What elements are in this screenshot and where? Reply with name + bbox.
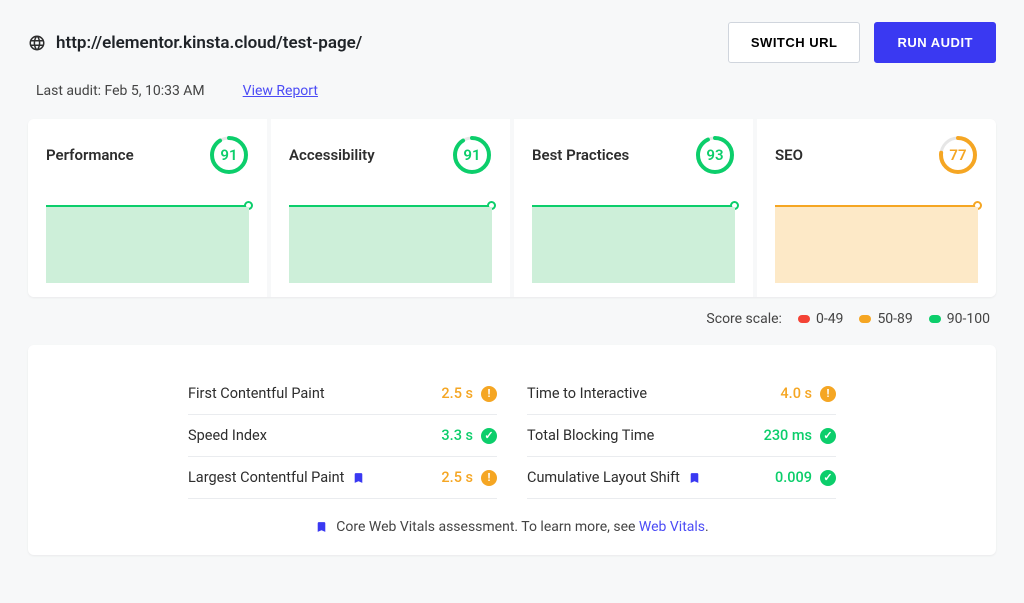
last-audit-label: Last audit: Feb 5, 10:33 AM (36, 83, 205, 99)
score-scale-label: Score scale: (706, 311, 782, 327)
score-value: 91 (209, 135, 249, 175)
run-audit-button[interactable]: RUN AUDIT (874, 22, 996, 63)
metric-value: 2.5 s (441, 469, 473, 486)
metric-value: 2.5 s (441, 385, 473, 402)
metric-label: Largest Contentful Paint (188, 469, 344, 486)
trend-band (532, 205, 735, 283)
metric-value: 0.009 (775, 469, 812, 486)
check-icon: ✓ (820, 470, 836, 486)
bookmark-icon (352, 470, 365, 486)
bookmark-icon (688, 470, 701, 486)
metric-value: 3.3 s (441, 427, 473, 444)
metric-value: 230 ms (764, 427, 812, 444)
card-title: Performance (46, 146, 134, 164)
score-ring: 91 (452, 135, 492, 175)
metric-row: Total Blocking Time 230 ms ✓ (527, 415, 836, 457)
warn-icon: ! (820, 386, 836, 402)
switch-url-button[interactable]: SWITCH URL (728, 22, 861, 63)
metric-label: Total Blocking Time (527, 427, 654, 444)
warn-icon: ! (481, 386, 497, 402)
trend-band (775, 205, 978, 283)
score-card-performance[interactable]: Performance 91 (28, 119, 267, 297)
metric-label: Time to Interactive (527, 385, 647, 402)
score-value: 77 (938, 135, 978, 175)
card-title: Accessibility (289, 146, 375, 164)
card-title: Best Practices (532, 146, 629, 164)
card-title: SEO (775, 146, 803, 164)
metric-label: First Contentful Paint (188, 385, 325, 402)
check-icon: ✓ (481, 428, 497, 444)
metrics-panel: First Contentful Paint 2.5 s ! Speed Ind… (28, 345, 996, 555)
trend-band (46, 205, 249, 283)
score-scale-green: 90-100 (929, 311, 990, 327)
score-cards: Performance 91 Accessibility 91 (28, 119, 996, 297)
metric-row: Speed Index 3.3 s ✓ (188, 415, 497, 457)
score-ring: 77 (938, 135, 978, 175)
metric-label: Speed Index (188, 427, 267, 444)
score-scale-orange: 50-89 (859, 311, 912, 327)
score-value: 91 (452, 135, 492, 175)
view-report-link[interactable]: View Report (243, 83, 318, 99)
metric-value: 4.0 s (780, 385, 812, 402)
score-ring: 91 (209, 135, 249, 175)
score-value: 93 (695, 135, 735, 175)
metric-row: Largest Contentful Paint 2.5 s ! (188, 457, 497, 499)
core-web-vitals-note: Core Web Vitals assessment. To learn mor… (188, 499, 836, 535)
score-scale-red: 0-49 (798, 311, 843, 327)
score-card-accessibility[interactable]: Accessibility 91 (271, 119, 510, 297)
audit-url: http://elementor.kinsta.cloud/test-page/ (56, 33, 362, 53)
metric-row: First Contentful Paint 2.5 s ! (188, 373, 497, 415)
globe-icon (28, 34, 46, 52)
score-card-seo[interactable]: SEO 77 (757, 119, 996, 297)
score-ring: 93 (695, 135, 735, 175)
check-icon: ✓ (820, 428, 836, 444)
trend-band (289, 205, 492, 283)
bookmark-icon (315, 519, 328, 535)
score-card-best-practices[interactable]: Best Practices 93 (514, 119, 753, 297)
metric-row: Cumulative Layout Shift 0.009 ✓ (527, 457, 836, 499)
web-vitals-link[interactable]: Web Vitals (639, 519, 705, 535)
warn-icon: ! (481, 470, 497, 486)
metric-row: Time to Interactive 4.0 s ! (527, 373, 836, 415)
metric-label: Cumulative Layout Shift (527, 469, 680, 486)
